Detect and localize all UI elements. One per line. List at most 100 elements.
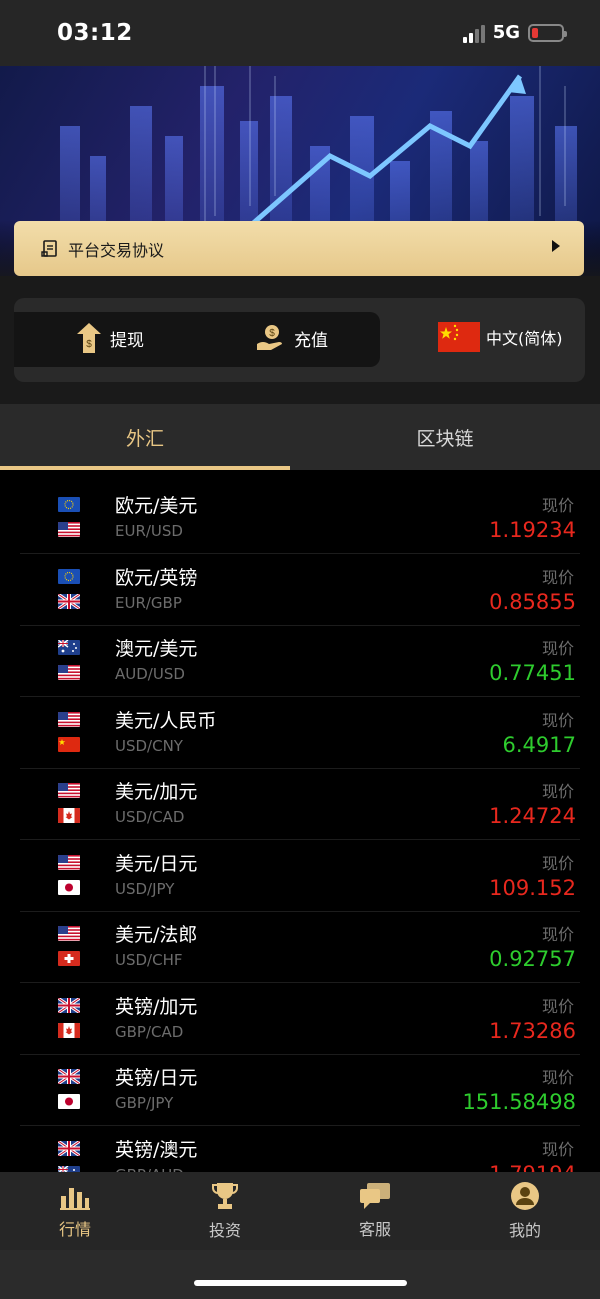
pair-symbol: AUD/USD (115, 665, 185, 683)
chart-bars-icon (60, 1188, 90, 1210)
nav-support-label: 客服 (358, 1220, 391, 1239)
pair-name-cn: 英镑/加元 (115, 995, 198, 1018)
pair-name-cn: 欧元/英镑 (115, 566, 198, 589)
quote-row[interactable]: 美元/日元 USD/JPY 现价 109.152 (0, 840, 600, 912)
withdraw-icon: $ (77, 323, 101, 353)
quote-list[interactable]: 欧元/美元 EUR/USD 现价 1.19234 欧元/英镑 EUR/GBP 现价 0.858… (0, 482, 600, 1172)
us-flag-icon (58, 926, 80, 941)
language-selector[interactable]: 中文(简体) (438, 322, 563, 352)
price-label: 现价 (541, 1139, 574, 1159)
price-label: 现价 (541, 782, 574, 801)
quote-row[interactable]: 英镑/澳元GBP/AUD现价1.79194 (0, 1126, 600, 1173)
quote-row[interactable]: 澳元/美元 AUD/USD 现价 0.77451 (0, 625, 600, 697)
uk-flag-icon (58, 997, 80, 1013)
pair-symbol: EUR/GBP (115, 593, 182, 612)
quote-row[interactable]: 美元/法郎 USD/CHF 现价 0.92757 (0, 911, 600, 983)
user-avatar-icon (511, 1182, 539, 1210)
current-price: 1.24724 (489, 804, 576, 828)
agreement-label: 平台交易协议 (68, 240, 165, 260)
nav-profile-label: 我的 (508, 1221, 541, 1240)
us-flag-icon (58, 522, 80, 537)
price-label: 现价 (541, 639, 574, 658)
nav-invest-label: 投资 (208, 1221, 241, 1240)
price-label: 现价 (541, 710, 574, 730)
current-price: 0.85855 (489, 589, 576, 614)
current-price: 1.19234 (489, 518, 576, 542)
nav-market-label: 行情 (58, 1220, 91, 1239)
us-flag-icon (58, 665, 80, 680)
pair-name-cn: 英镑/日元 (115, 1067, 198, 1089)
network-type: 5G (492, 22, 520, 43)
chevron-right-icon (552, 240, 560, 252)
current-price: 1.79194 (489, 1162, 576, 1173)
withdraw-button[interactable]: $ 提现 (76, 322, 144, 354)
svg-text:$: $ (269, 328, 275, 339)
status-bar: 03:12 5G (0, 0, 600, 66)
price-label: 现价 (541, 567, 574, 587)
uk-flag-icon (58, 1069, 80, 1084)
pair-symbol: GBP/JPY (115, 1094, 174, 1112)
pair-name-cn: 美元/日元 (115, 852, 198, 875)
deposit-label: 充值 (294, 330, 328, 351)
pair-symbol: GBP/CAD (115, 1022, 184, 1041)
uk-flag-icon (58, 593, 80, 609)
price-label: 现价 (541, 1068, 574, 1087)
pair-symbol: USD/CAD (115, 808, 185, 826)
home-area (0, 1250, 600, 1299)
language-label: 中文(简体) (486, 329, 563, 348)
status-time: 03:12 (57, 20, 133, 46)
price-label: 现价 (541, 996, 574, 1016)
signal-icon (462, 23, 485, 43)
svg-text:$: $ (86, 339, 92, 350)
quote-row[interactable]: 欧元/美元 EUR/USD 现价 1.19234 (0, 482, 600, 554)
quote-row[interactable]: 英镑/加元 GBP/CAD 现价 1.73286 (0, 983, 600, 1055)
china-flag-icon (58, 736, 80, 752)
deposit-button[interactable]: $ 充值 (256, 324, 328, 352)
us-flag-icon (58, 783, 80, 798)
nav-invest[interactable]: 投资 (150, 1172, 300, 1250)
current-price: 151.58498 (462, 1090, 576, 1114)
quote-row[interactable]: 美元/人民币 USD/CNY 现价 6.4917 (0, 697, 600, 769)
market-tabs: 外汇 区块链 (0, 404, 600, 470)
home-indicator[interactable] (194, 1280, 407, 1286)
current-price: 109.152 (489, 875, 576, 900)
current-price: 0.92757 (489, 947, 576, 971)
deposit-hand-coin-icon: $ (257, 325, 282, 350)
pair-name-cn: 英镑/澳元 (115, 1138, 198, 1161)
quote-row[interactable]: 欧元/英镑 EUR/GBP 现价 0.85855 (0, 554, 600, 626)
eu-flag-icon (58, 497, 80, 512)
trophy-icon (212, 1183, 238, 1209)
nav-profile[interactable]: 我的 (450, 1172, 600, 1250)
agreement-bar[interactable]: 平台交易协议 (14, 221, 584, 276)
pair-symbol: EUR/USD (115, 522, 183, 540)
active-tab-indicator (0, 466, 290, 470)
price-label: 现价 (541, 853, 574, 873)
pair-name-cn: 欧元/美元 (115, 495, 198, 517)
switzerland-flag-icon (58, 951, 80, 966)
tab-blockchain[interactable]: 区块链 (300, 404, 590, 470)
eu-flag-icon (58, 568, 80, 584)
current-price: 6.4917 (502, 732, 576, 757)
price-label: 现价 (541, 496, 574, 515)
current-price: 0.77451 (489, 661, 576, 685)
nav-support[interactable]: 客服 (300, 1172, 450, 1250)
bottom-nav: 行情 投资 客服 我的 (0, 1172, 600, 1250)
australia-flag-icon (58, 640, 80, 655)
tab-forex[interactable]: 外汇 (0, 404, 290, 470)
quote-row[interactable]: 美元/加元 USD/CAD 现价 1.24724 (0, 768, 600, 840)
japan-flag-icon (58, 879, 80, 895)
pair-name-cn: 美元/加元 (115, 781, 198, 803)
pair-name-cn: 美元/人民币 (115, 709, 217, 732)
pair-name-cn: 澳元/美元 (115, 638, 198, 660)
quote-row[interactable]: 英镑/日元 GBP/JPY 现价 151.58498 (0, 1054, 600, 1126)
pair-symbol: USD/CNY (115, 736, 183, 755)
uk-flag-icon (58, 1140, 80, 1156)
price-label: 现价 (541, 925, 574, 944)
nav-market[interactable]: 行情 (0, 1172, 150, 1250)
canada-flag-icon (58, 808, 80, 823)
battery-icon (528, 23, 567, 42)
us-flag-icon (58, 854, 80, 870)
pair-symbol: USD/CHF (115, 951, 183, 969)
status-indicators: 5G (462, 22, 567, 43)
japan-flag-icon (58, 1094, 80, 1109)
